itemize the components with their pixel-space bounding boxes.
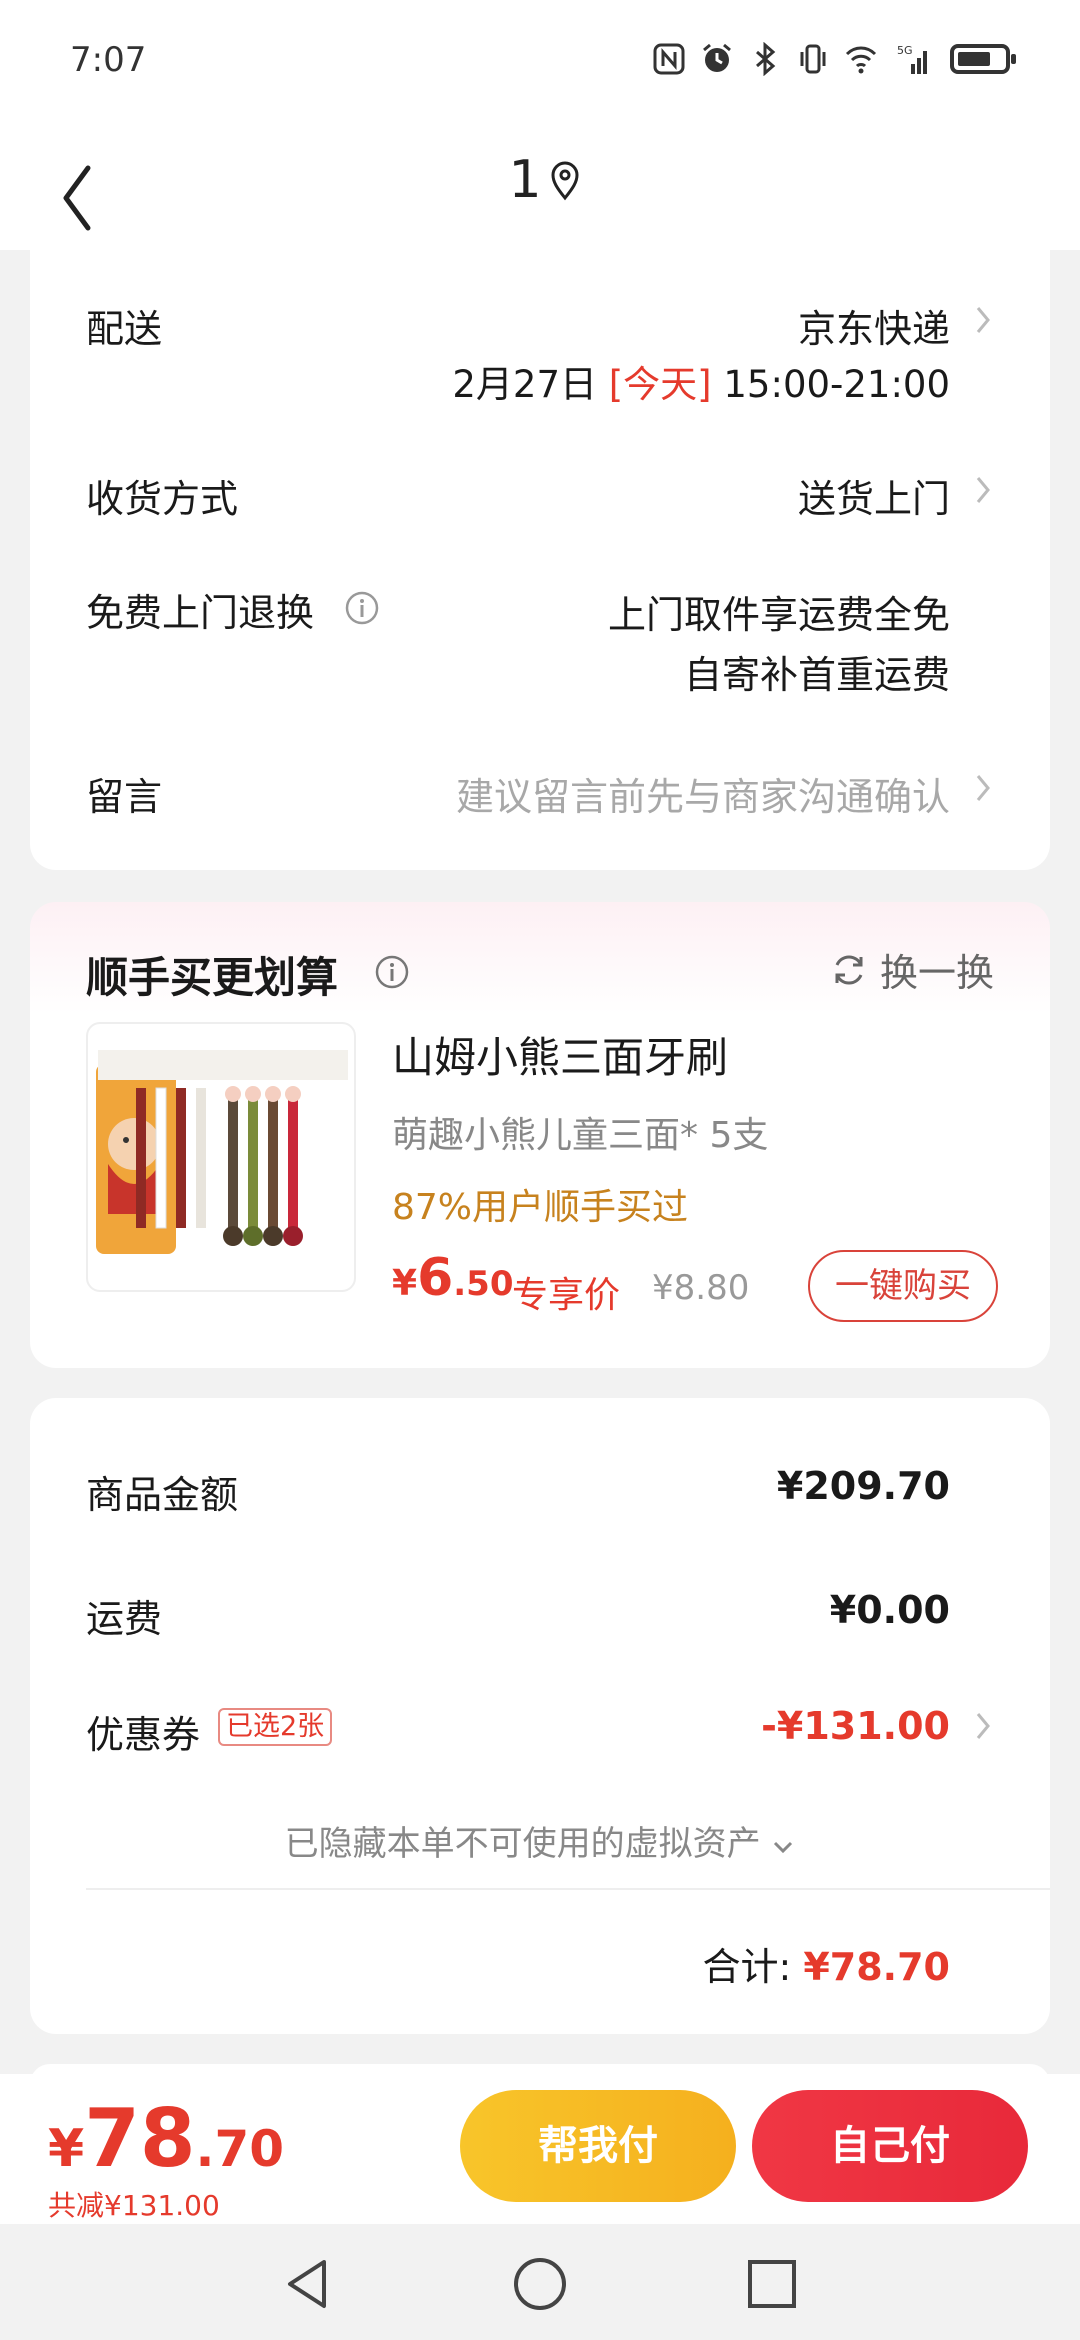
product-price: ¥ 6 .50	[392, 1248, 513, 1308]
swap-button[interactable]: 换一换	[830, 942, 994, 997]
system-nav-bar	[0, 2224, 1080, 2340]
free-return-line1: 上门取件享运费全免	[607, 593, 950, 637]
delivery-window: 15:00-21:00	[723, 363, 950, 406]
price-integer: 6	[417, 1248, 454, 1308]
exclusive-price-tag: 专享价	[512, 1275, 621, 1316]
free-return-line2: 自寄补首重运费	[683, 653, 950, 697]
product-name[interactable]: 山姆小熊三面牙刷	[392, 1024, 728, 1085]
delivery-time[interactable]: 2月27日 [今天] 15:00-21:00	[452, 354, 950, 408]
product-image[interactable]	[86, 1022, 356, 1292]
coupon-selected-badge: 已选2张	[218, 1708, 333, 1746]
price-decimal: .50	[453, 1264, 514, 1304]
coupon-value[interactable]: -¥131.00	[761, 1704, 950, 1748]
chevron-right-icon[interactable]	[974, 772, 992, 804]
checkout-bar: ¥ 78 .70 共减¥131.00 帮我付 自己付	[0, 2074, 1080, 2224]
order-total: 合计: ¥78.70	[702, 1936, 950, 1991]
divider	[86, 1888, 1050, 1890]
delivery-label: 配送	[86, 307, 163, 351]
vibrate-icon	[800, 44, 826, 74]
wifi-icon	[845, 46, 877, 74]
pay-myself-button[interactable]: 自己付	[752, 2090, 1028, 2202]
battery-icon	[950, 44, 1016, 74]
price-currency: ¥	[392, 1263, 418, 1304]
nfc-icon	[653, 43, 685, 75]
shipping-label: 运费	[86, 1597, 163, 1641]
location-pin-icon[interactable]	[548, 158, 582, 202]
status-time: 7:07	[70, 40, 147, 80]
alarm-icon	[703, 43, 731, 72]
pay-currency: ¥	[48, 2119, 85, 2179]
page-title: 1	[0, 150, 1080, 210]
page-header: 1	[0, 120, 1080, 250]
swap-label: 换一换	[879, 951, 994, 995]
total-label: 合计:	[702, 1945, 792, 1989]
delivery-card: 配送 京东快递 2月27日 [今天] 15:00-21:00 收货方式 送货上门…	[30, 240, 1050, 870]
refresh-icon	[835, 955, 863, 984]
message-input[interactable]: 建议留言前先与商家沟通确认	[456, 766, 950, 821]
help-me-pay-button[interactable]: 帮我付	[460, 2090, 736, 2202]
chevron-right-icon[interactable]	[974, 1710, 992, 1742]
nav-home-icon[interactable]	[510, 2254, 570, 2314]
one-click-buy-button[interactable]: 一键购买	[808, 1250, 998, 1322]
bluetooth-icon	[756, 42, 776, 76]
goods-amount-label: 商品金额	[86, 1473, 239, 1517]
original-price: ¥8.80	[652, 1268, 750, 1308]
recommendation-title: 顺手买更划算	[86, 953, 339, 1002]
pay-integer: 78	[84, 2092, 196, 2185]
status-icons: 5G	[652, 42, 1016, 76]
goods-amount-value: ¥209.70	[776, 1464, 950, 1508]
today-tag: [今天]	[608, 363, 712, 406]
info-icon[interactable]	[374, 954, 410, 990]
total-saved: 共减¥131.00	[48, 2189, 220, 2222]
nav-recents-icon[interactable]	[742, 2254, 802, 2314]
shipping-value: ¥0.00	[829, 1588, 950, 1632]
message-label: 留言	[86, 775, 163, 819]
page-title-text: 1	[508, 150, 542, 210]
receive-method-label: 收货方式	[86, 477, 239, 521]
price-summary-card: 商品金额 ¥209.70 运费 ¥0.00 优惠券 已选2张 -¥131.00 …	[30, 1398, 1050, 2034]
chevron-right-icon[interactable]	[974, 474, 992, 506]
coupon-label: 优惠券	[86, 1713, 201, 1757]
free-return-label: 免费上门退换	[86, 591, 315, 635]
total-value: ¥78.70	[803, 1945, 950, 1989]
hidden-assets-toggle[interactable]: 已隐藏本单不可使用的虚拟资产	[30, 1816, 1050, 1865]
product-description: 萌趣小熊儿童三面* 5支	[392, 1115, 769, 1156]
pay-decimal: .70	[195, 2120, 285, 2178]
pay-total: ¥ 78 .70	[48, 2092, 284, 2185]
receive-method-value[interactable]: 送货上门	[798, 468, 950, 523]
hidden-assets-text: 已隐藏本单不可使用的虚拟资产	[284, 1824, 761, 1864]
svg-text:5G: 5G	[897, 44, 913, 57]
recommendation-card: 顺手买更划算 换一换 山姆小熊三面牙刷 萌趣小熊儿童三面* 5支 87%用户顺手…	[30, 902, 1050, 1368]
chevron-right-icon[interactable]	[974, 304, 992, 336]
signal-5g-icon: 5G	[897, 44, 927, 74]
chevron-down-icon	[774, 1841, 793, 1854]
status-bar: 7:07 5G	[0, 0, 1080, 120]
info-icon[interactable]	[344, 590, 380, 626]
product-social-proof: 87%用户顺手买过	[392, 1187, 689, 1228]
nav-back-icon[interactable]	[278, 2254, 338, 2314]
toothbrush-pack-image	[96, 1050, 348, 1254]
delivery-carrier[interactable]: 京东快递	[798, 298, 950, 353]
delivery-date: 2月27日	[452, 363, 597, 406]
